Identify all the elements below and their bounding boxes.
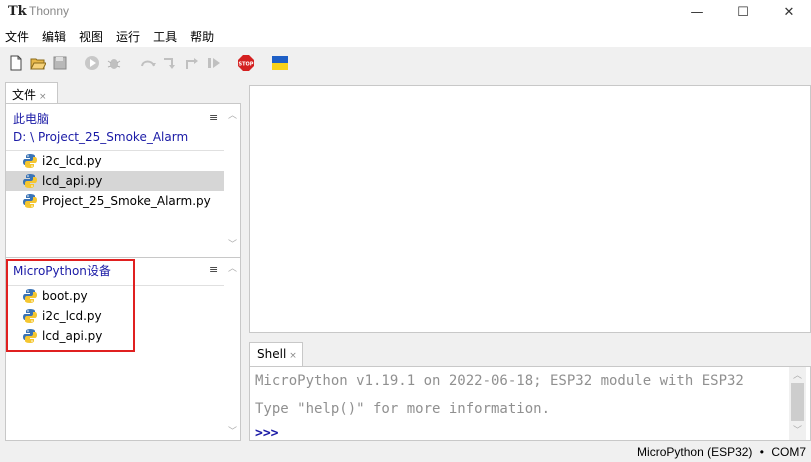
python-file-icon: [23, 194, 37, 208]
file-row-local-1[interactable]: i2c_lcd.py: [6, 151, 224, 171]
file-name: i2c_lcd.py: [42, 154, 102, 168]
maximize-button[interactable]: ☐: [720, 0, 766, 25]
menu-edit[interactable]: 编辑: [42, 28, 66, 45]
new-file-icon[interactable]: [8, 55, 24, 71]
step-out-icon[interactable]: [184, 55, 200, 71]
python-file-icon: [23, 174, 37, 188]
shell-output-line: Type "help()" for more information.: [255, 401, 551, 417]
port-label[interactable]: COM7: [771, 445, 806, 459]
debug-icon[interactable]: [106, 55, 122, 71]
menu-file[interactable]: 文件: [5, 28, 29, 45]
status-text: MicroPython (ESP32) • COM7: [637, 445, 806, 459]
title-bar: Tk Thonny — ☐ ✕: [0, 0, 811, 25]
tab-shell[interactable]: Shell ×: [249, 342, 303, 366]
step-into-icon[interactable]: [162, 55, 178, 71]
scroll-up-icon[interactable]: ︿: [791, 368, 804, 381]
local-menu-icon[interactable]: ≡: [209, 111, 218, 124]
scroll-down-icon[interactable]: ﹀: [226, 237, 239, 250]
local-section-header: 此电脑: [13, 112, 50, 126]
pane-divider[interactable]: [6, 257, 240, 258]
open-folder-icon[interactable]: [30, 55, 46, 71]
scroll-down-icon[interactable]: ﹀: [791, 423, 804, 436]
file-name: Project_25_Smoke_Alarm.py: [42, 194, 211, 208]
scroll-down-icon[interactable]: ﹀: [226, 424, 239, 437]
shell-tab-label: Shell: [257, 347, 287, 361]
status-separator: •: [759, 445, 764, 459]
stop-icon[interactable]: STOP: [238, 55, 254, 71]
toolbar: STOP: [0, 47, 811, 79]
menu-tools[interactable]: 工具: [153, 28, 177, 45]
scroll-thumb[interactable]: [791, 383, 804, 421]
scroll-up-icon[interactable]: ︿: [226, 108, 239, 121]
shell-panel[interactable]: MicroPython v1.19.1 on 2022-06-18; ESP32…: [249, 366, 811, 441]
close-files-tab-icon[interactable]: ×: [39, 92, 47, 102]
menu-run[interactable]: 运行: [116, 28, 140, 45]
file-row-local-3[interactable]: Project_25_Smoke_Alarm.py: [6, 191, 224, 211]
close-button[interactable]: ✕: [766, 0, 811, 25]
resume-icon[interactable]: [206, 55, 222, 71]
file-name: lcd_api.py: [42, 174, 103, 188]
local-path[interactable]: D: \ Project_25_Smoke_Alarm: [13, 128, 188, 146]
run-icon[interactable]: [84, 55, 100, 71]
device-menu-icon[interactable]: ≡: [209, 263, 218, 276]
scroll-up-icon[interactable]: ︿: [226, 261, 239, 274]
step-over-icon[interactable]: [140, 55, 156, 71]
file-row-local-2[interactable]: lcd_api.py: [6, 171, 224, 191]
shell-scrollbar[interactable]: ︿ ﹀: [789, 367, 806, 440]
menu-help[interactable]: 帮助: [190, 28, 214, 45]
minimize-button[interactable]: —: [674, 0, 720, 25]
python-file-icon: [23, 154, 37, 168]
files-tab-label: 文件: [12, 88, 37, 102]
highlight-box: [6, 259, 135, 352]
stop-label: STOP: [239, 62, 254, 68]
thonny-app-icon: Tk: [8, 4, 27, 19]
tab-files[interactable]: 文件 ×: [5, 82, 58, 104]
window-title: Thonny: [29, 4, 70, 18]
editor-area[interactable]: [249, 85, 811, 333]
interpreter-selector[interactable]: MicroPython (ESP32): [637, 445, 752, 459]
menu-bar: 文件 编辑 视图 运行 工具 帮助: [0, 25, 811, 47]
shell-prompt[interactable]: >>>: [255, 426, 278, 440]
ukraine-flag-icon[interactable]: [272, 55, 288, 71]
shell-output-line: MicroPython v1.19.1 on 2022-06-18; ESP32…: [255, 373, 744, 389]
status-bar: MicroPython (ESP32) • COM7: [0, 441, 811, 462]
save-icon[interactable]: [52, 55, 68, 71]
close-shell-tab-icon[interactable]: ×: [289, 351, 297, 361]
menu-view[interactable]: 视图: [79, 28, 103, 45]
